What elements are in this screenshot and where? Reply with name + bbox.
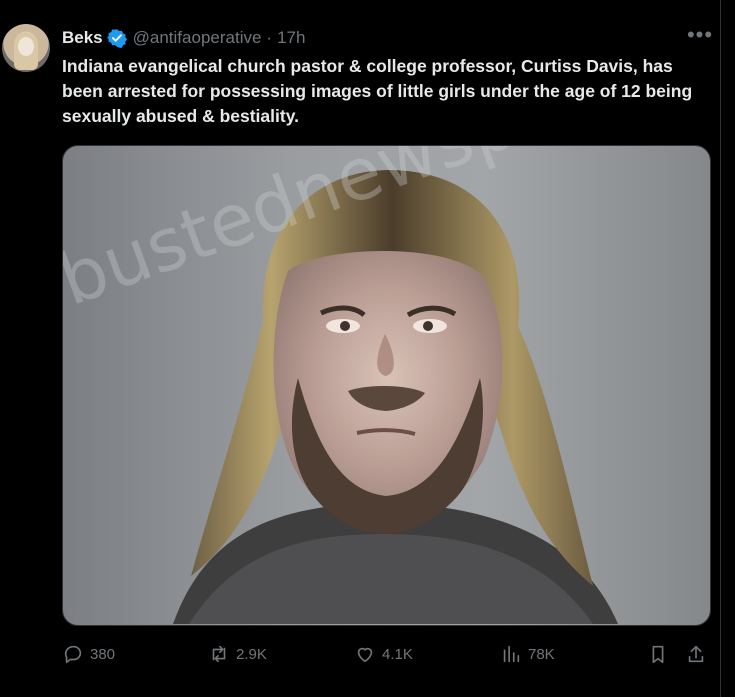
display-name[interactable]: Beks bbox=[62, 28, 103, 48]
tweet-header: Beks @antifaoperative · 17h bbox=[62, 26, 305, 50]
views-count: 78K bbox=[528, 645, 555, 663]
repost-icon bbox=[212, 645, 226, 663]
mugshot-image: bustednewspaper.com bbox=[63, 146, 710, 624]
bookmark-button[interactable] bbox=[647, 643, 669, 665]
share-icon bbox=[688, 645, 704, 663]
user-handle[interactable]: @antifaoperative bbox=[133, 28, 262, 48]
action-bar: 380 2.9K 4.1K 78K bbox=[62, 638, 712, 670]
bookmark-icon bbox=[652, 645, 664, 664]
reply-count: 380 bbox=[90, 645, 116, 663]
tweet-text: Indiana evangelical church pastor & coll… bbox=[62, 56, 693, 126]
views-button[interactable]: 78K bbox=[500, 643, 555, 665]
more-icon[interactable]: ••• bbox=[686, 24, 714, 53]
like-icon bbox=[357, 647, 373, 663]
like-button[interactable]: 4.1K bbox=[354, 643, 413, 665]
share-button[interactable] bbox=[685, 643, 707, 665]
timestamp[interactable]: 17h bbox=[277, 28, 305, 48]
separator: · bbox=[266, 28, 273, 47]
like-count: 4.1K bbox=[382, 645, 413, 663]
views-icon bbox=[503, 645, 520, 663]
tweet[interactable]: Beks @antifaoperative · 17h ••• Indiana … bbox=[0, 0, 721, 697]
reply-button[interactable]: 380 bbox=[62, 643, 115, 665]
avatar-face bbox=[18, 37, 34, 56]
repost-button[interactable]: 2.9K bbox=[208, 643, 267, 665]
reply-icon bbox=[64, 645, 82, 664]
scrollbar-track[interactable] bbox=[720, 0, 735, 697]
avatar[interactable] bbox=[2, 24, 50, 72]
tweet-image[interactable]: bustednewspaper.com bbox=[62, 145, 711, 626]
repost-count: 2.9K bbox=[236, 645, 267, 663]
verified-icon bbox=[106, 29, 127, 48]
